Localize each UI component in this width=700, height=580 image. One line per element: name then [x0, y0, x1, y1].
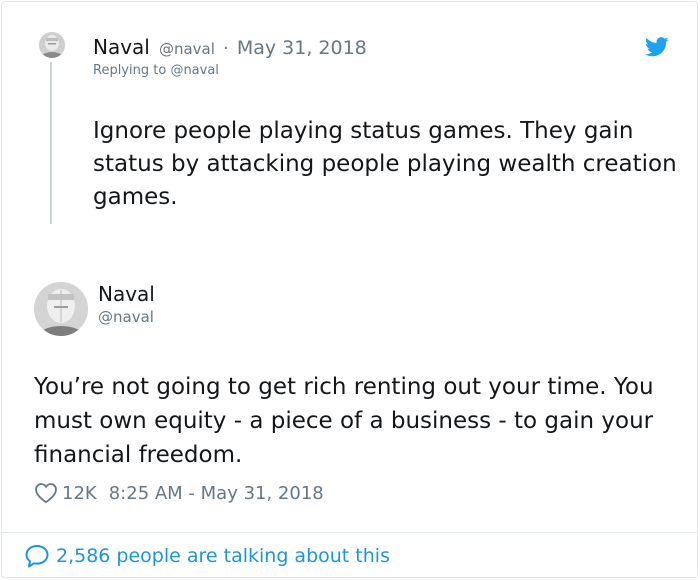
replying-prefix: Replying to [93, 63, 167, 78]
twitter-bird-icon[interactable] [645, 36, 669, 58]
thread-connector-line [50, 62, 52, 224]
header-separator: · [223, 38, 229, 59]
footer-divider [2, 532, 697, 533]
replying-handle-link[interactable]: @naval [170, 63, 218, 78]
main-author-name[interactable]: Naval [98, 282, 155, 306]
like-count[interactable]: 12K [62, 483, 97, 504]
parent-tweet-header: Naval @naval · May 31, 2018 [93, 35, 367, 59]
talking-about-text: 2,586 people are talking about this [56, 545, 390, 567]
parent-author-handle[interactable]: @naval [159, 40, 215, 58]
tweet-meta-row: 12K 8:25 AM - May 31, 2018 [34, 482, 324, 504]
talking-about-link[interactable]: 2,586 people are talking about this [24, 543, 390, 569]
main-tweet-text: You’re not going to get rich renting out… [34, 374, 654, 468]
tweet-timestamp[interactable]: 8:25 AM - May 31, 2018 [109, 483, 324, 504]
main-author-avatar[interactable] [34, 282, 88, 336]
replying-to-line: Replying to @naval [93, 63, 219, 78]
parent-author-name[interactable]: Naval [93, 35, 150, 59]
parent-tweet-date[interactable]: May 31, 2018 [237, 37, 367, 59]
heart-icon[interactable] [34, 482, 58, 504]
speech-bubble-icon [24, 543, 50, 569]
main-author-handle[interactable]: @naval [98, 308, 154, 326]
parent-avatar[interactable] [39, 32, 65, 58]
parent-tweet-text: Ignore people playing status games. They… [93, 118, 677, 210]
embedded-tweet-card: Naval @naval · May 31, 2018 Replying to … [1, 1, 698, 578]
